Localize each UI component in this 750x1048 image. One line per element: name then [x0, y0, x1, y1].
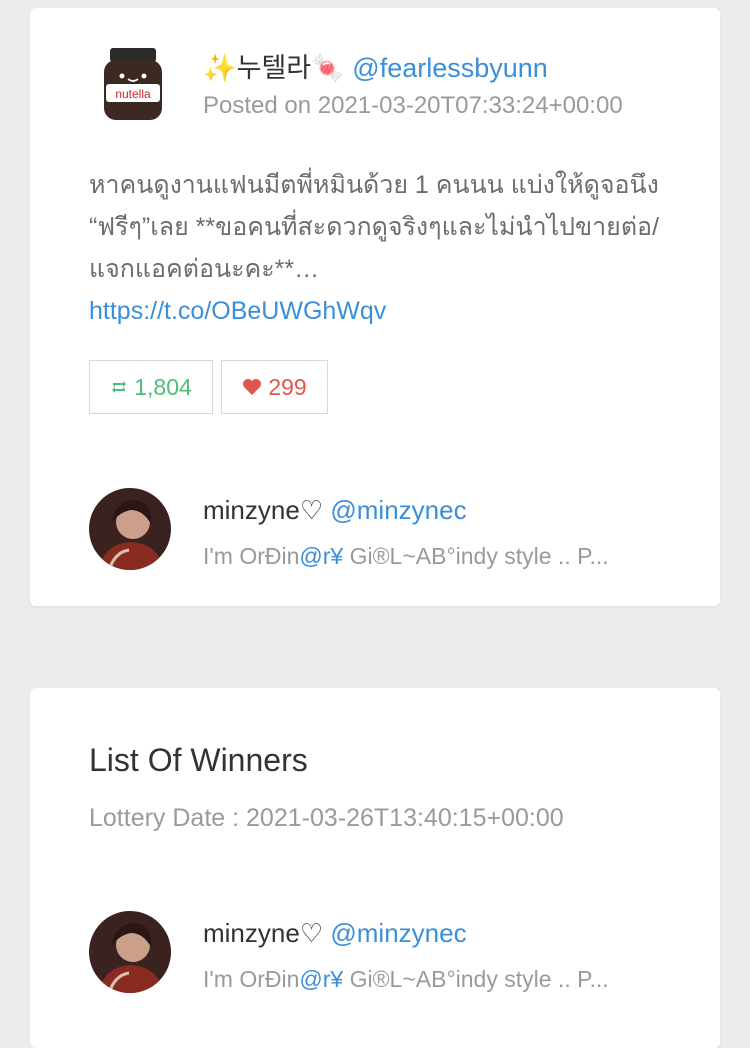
svg-text:nutella: nutella: [115, 87, 151, 101]
winners-card: List Of Winners Lottery Date : 2021-03-2…: [30, 688, 720, 1048]
nutella-jar-avatar[interactable]: nutella: [96, 46, 170, 124]
tweet-body: หาคนดูงานแฟนมีตพี่หมินด้วย 1 คนนน แบ่งให…: [89, 164, 669, 332]
poster-line: ✨누텔라🍬 @fearlessbyunn: [203, 46, 548, 85]
winner-bio-prefix: I'm OrĐin: [203, 966, 300, 992]
participant-avatar[interactable]: [89, 488, 171, 570]
participant-handle-link[interactable]: @minzynec: [330, 495, 466, 525]
participant-bio-highlight: @r¥: [299, 543, 344, 569]
winner-bio-suffix: Gi®L~AB°indy style .. P...: [343, 966, 609, 992]
heart-icon: [243, 379, 262, 395]
like-count: 299: [268, 373, 307, 400]
participant-name: minzyne♡: [203, 495, 324, 525]
tweet-card: nutella ✨누텔라🍬 @fearlessbyunn Posted on 2…: [30, 8, 720, 606]
winner-bio: I'm OrĐin@r¥ Gi®L~AB°indy style .. P...: [203, 966, 655, 993]
participant-bio-prefix: I'm OrĐin: [203, 543, 300, 569]
tweet-text: หาคนดูงานแฟนมีตพี่หมินด้วย 1 คนนน แบ่งให…: [89, 171, 660, 283]
winner-avatar[interactable]: [89, 911, 171, 993]
participant-name-line: minzyne♡ @minzynec: [203, 495, 467, 526]
poster-handle-link[interactable]: @fearlessbyunn: [352, 53, 548, 83]
lottery-date: Lottery Date : 2021-03-26T13:40:15+00:00: [89, 804, 564, 832]
winner-handle-link[interactable]: @minzynec: [330, 918, 466, 948]
like-count-button[interactable]: 299: [221, 360, 328, 414]
tweet-link[interactable]: https://t.co/OBeUWGhWqv: [89, 290, 669, 332]
winner-bio-highlight: @r¥: [299, 966, 344, 992]
participant-bio: I'm OrĐin@r¥ Gi®L~AB°indy style .. P...: [203, 543, 655, 570]
winner-name-line: minzyne♡ @minzynec: [203, 918, 467, 949]
poster-name: ✨누텔라🍬: [203, 53, 345, 83]
retweet-icon: [112, 381, 127, 393]
posted-date: Posted on 2021-03-20T07:33:24+00:00: [203, 92, 623, 119]
participant-bio-suffix: Gi®L~AB°indy style .. P...: [343, 543, 609, 569]
retweet-count-button[interactable]: 1,804: [89, 360, 213, 414]
winners-title: List Of Winners: [89, 742, 308, 778]
winner-name: minzyne♡: [203, 918, 324, 948]
retweet-count: 1,804: [134, 373, 192, 400]
